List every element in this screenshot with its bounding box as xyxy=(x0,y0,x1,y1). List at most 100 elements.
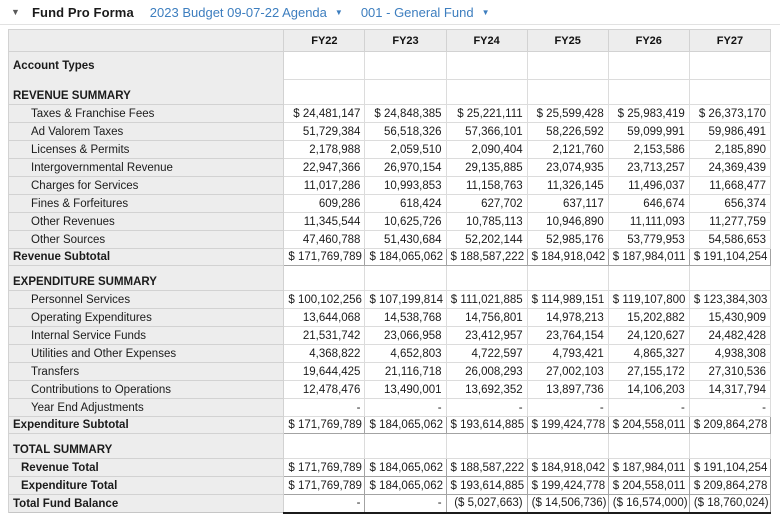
cell-fy23: $ 184,065,062 xyxy=(365,249,446,266)
cell-fy25: 14,978,213 xyxy=(527,309,608,327)
cell-fy27: $ 191,104,254 xyxy=(689,459,770,477)
cell-fy25: $ 114,989,151 xyxy=(527,291,608,309)
cell-fy22: 51,729,384 xyxy=(284,123,365,141)
cell-fy26: 2,153,586 xyxy=(608,141,689,159)
cell-fy23: 618,424 xyxy=(365,195,446,213)
table-row-revenue-summary: REVENUE SUMMARY xyxy=(9,80,771,105)
cell-fy23: - xyxy=(365,399,446,417)
cell-fy24: 52,202,144 xyxy=(446,231,527,249)
cell-fy25: 637,117 xyxy=(527,195,608,213)
cell-fy26: 53,779,953 xyxy=(608,231,689,249)
cell-fy24 xyxy=(446,80,527,105)
cell-fy26: 14,106,203 xyxy=(608,381,689,399)
cell-fy22: $ 171,769,789 xyxy=(284,459,365,477)
cell-fy23: $ 184,065,062 xyxy=(365,417,446,434)
cell-fy23: 23,066,958 xyxy=(365,327,446,345)
cell-fy26: 11,111,093 xyxy=(608,213,689,231)
chevron-down-icon: ▼ xyxy=(482,7,490,17)
cell-fy27: 11,277,759 xyxy=(689,213,770,231)
table-row-contributions-to-operations: Contributions to Operations12,478,47613,… xyxy=(9,381,771,399)
row-label: Taxes & Franchise Fees xyxy=(9,105,284,123)
cell-fy26: 15,202,882 xyxy=(608,309,689,327)
cell-fy25: - xyxy=(527,399,608,417)
table-row-transfers: Transfers19,644,42521,116,71826,008,2932… xyxy=(9,363,771,381)
cell-fy27 xyxy=(689,80,770,105)
cell-fy26: $ 187,984,011 xyxy=(608,249,689,266)
cell-fy27: $ 191,104,254 xyxy=(689,249,770,266)
cell-fy23: 26,970,154 xyxy=(365,159,446,177)
collapse-caret-icon[interactable]: ▼ xyxy=(8,0,26,25)
table-row-year-end-adjustments: Year End Adjustments------ xyxy=(9,399,771,417)
cell-fy27: - xyxy=(689,399,770,417)
table-row-personnel-services: Personnel Services$ 100,102,256$ 107,199… xyxy=(9,291,771,309)
cell-fy24: 11,158,763 xyxy=(446,177,527,195)
toolbar: ▼ Fund Pro Forma 2023 Budget 09-07-22 Ag… xyxy=(0,0,780,25)
cell-fy26 xyxy=(608,52,689,80)
cell-fy23: 10,993,853 xyxy=(365,177,446,195)
cell-fy24: ($ 5,027,663) xyxy=(446,495,527,513)
fund-pro-forma-table: FY22FY23FY24FY25FY26FY27 Account TypesRE… xyxy=(8,29,771,514)
column-header-fy24: FY24 xyxy=(446,30,527,52)
cell-fy27: 14,317,794 xyxy=(689,381,770,399)
cell-fy24 xyxy=(446,434,527,459)
cell-fy22: 4,368,822 xyxy=(284,345,365,363)
cell-fy27: $ 26,373,170 xyxy=(689,105,770,123)
row-label: Personnel Services xyxy=(9,291,284,309)
cell-fy24 xyxy=(446,266,527,291)
cell-fy22 xyxy=(284,80,365,105)
cell-fy26: $ 25,983,419 xyxy=(608,105,689,123)
column-header-fy25: FY25 xyxy=(527,30,608,52)
cell-fy25: 52,985,176 xyxy=(527,231,608,249)
row-label: Account Types xyxy=(9,52,284,80)
cell-fy22: 21,531,742 xyxy=(284,327,365,345)
budget-version-dropdown[interactable]: 2023 Budget 09-07-22 Agenda ▼ xyxy=(150,5,343,20)
cell-fy27: 15,430,909 xyxy=(689,309,770,327)
cell-fy26: - xyxy=(608,399,689,417)
cell-fy22: $ 171,769,789 xyxy=(284,417,365,434)
cell-fy26: 27,155,172 xyxy=(608,363,689,381)
cell-fy27: 24,369,439 xyxy=(689,159,770,177)
cell-fy22 xyxy=(284,266,365,291)
row-label: EXPENDITURE SUMMARY xyxy=(9,266,284,291)
cell-fy22: - xyxy=(284,495,365,513)
table-row-operating-expenditures: Operating Expenditures13,644,06814,538,7… xyxy=(9,309,771,327)
row-label: Charges for Services xyxy=(9,177,284,195)
cell-fy27: $ 209,864,278 xyxy=(689,417,770,434)
cell-fy25 xyxy=(527,52,608,80)
cell-fy25 xyxy=(527,434,608,459)
cell-fy23: - xyxy=(365,495,446,513)
row-label: Total Fund Balance xyxy=(9,495,284,513)
row-label: Contributions to Operations xyxy=(9,381,284,399)
cell-fy23: 4,652,803 xyxy=(365,345,446,363)
cell-fy26 xyxy=(608,434,689,459)
cell-fy23 xyxy=(365,52,446,80)
cell-fy24: 23,412,957 xyxy=(446,327,527,345)
cell-fy23: 51,430,684 xyxy=(365,231,446,249)
cell-fy26: 4,865,327 xyxy=(608,345,689,363)
table-row-other-sources: Other Sources47,460,78851,430,68452,202,… xyxy=(9,231,771,249)
cell-fy25: 58,226,592 xyxy=(527,123,608,141)
cell-fy23: 10,625,726 xyxy=(365,213,446,231)
fund-dropdown[interactable]: 001 - General Fund ▼ xyxy=(361,5,490,20)
table-row-total-summary: TOTAL SUMMARY xyxy=(9,434,771,459)
cell-fy24: 14,756,801 xyxy=(446,309,527,327)
cell-fy27: 54,586,653 xyxy=(689,231,770,249)
cell-fy25: ($ 14,506,736) xyxy=(527,495,608,513)
column-header-fy23: FY23 xyxy=(365,30,446,52)
row-label: Expenditure Subtotal xyxy=(9,417,284,434)
cell-fy24 xyxy=(446,52,527,80)
cell-fy26: 59,099,991 xyxy=(608,123,689,141)
row-label: Internal Service Funds xyxy=(9,327,284,345)
table-header-row: FY22FY23FY24FY25FY26FY27 xyxy=(9,30,771,52)
cell-fy24: $ 111,021,885 xyxy=(446,291,527,309)
cell-fy23: 56,518,326 xyxy=(365,123,446,141)
cell-fy22: 609,286 xyxy=(284,195,365,213)
cell-fy25: $ 184,918,042 xyxy=(527,249,608,266)
fund-dropdown-label: 001 - General Fund xyxy=(361,5,474,20)
cell-fy26: $ 119,107,800 xyxy=(608,291,689,309)
cell-fy25: $ 184,918,042 xyxy=(527,459,608,477)
column-header-fy27: FY27 xyxy=(689,30,770,52)
cell-fy24: 26,008,293 xyxy=(446,363,527,381)
table-row-fines-forfeitures: Fines & Forfeitures609,286618,424627,702… xyxy=(9,195,771,213)
cell-fy25: $ 199,424,778 xyxy=(527,417,608,434)
